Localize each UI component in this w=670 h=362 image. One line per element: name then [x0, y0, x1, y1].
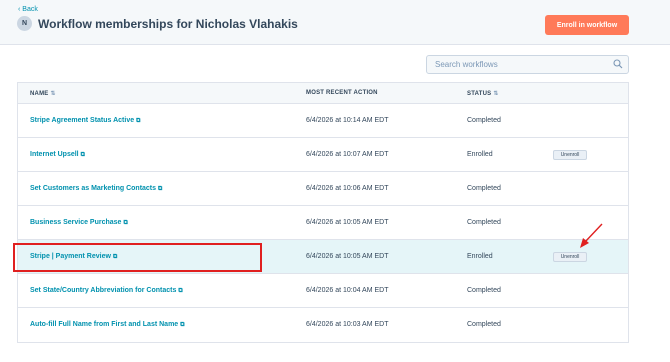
external-link-icon: ⧉ — [158, 186, 163, 192]
external-link-icon: ⧉ — [80, 152, 85, 158]
column-header-name[interactable]: NAME ⇅ — [30, 90, 56, 97]
status-text: Enrolled — [467, 151, 493, 158]
workflow-name[interactable]: Auto-fill Full Name from First and Last … — [30, 321, 178, 328]
annotation-arrow-icon — [580, 223, 603, 248]
most-recent-action: 6/4/2026 at 10:14 AM EDT — [306, 117, 389, 124]
external-link-icon: ⧉ — [136, 118, 141, 124]
column-header-label: STATUS — [467, 91, 492, 97]
table-header: NAME ⇅ MOST RECENT ACTION STATUS ⇅ — [18, 83, 628, 104]
workflow-name[interactable]: Set Customers as Marketing Contacts — [30, 185, 156, 192]
workflow-name[interactable]: Set State/Country Abbreviation for Conta… — [30, 287, 176, 294]
status-text: Completed — [467, 219, 501, 226]
external-link-icon: ⧉ — [178, 288, 183, 294]
most-recent-action: 6/4/2026 at 10:03 AM EDT — [306, 321, 389, 328]
unenroll-button[interactable]: Unenroll — [553, 150, 587, 160]
most-recent-action: 6/4/2026 at 10:05 AM EDT — [306, 253, 389, 260]
column-header-status[interactable]: STATUS ⇅ — [467, 90, 499, 97]
external-link-icon: ⧉ — [180, 322, 185, 328]
back-link[interactable]: ‹ Back — [18, 6, 38, 13]
column-header-label: MOST RECENT ACTION — [306, 90, 378, 96]
sort-icon[interactable]: ⇅ — [493, 91, 498, 97]
table-row: Set State/Country Abbreviation for Conta… — [18, 274, 628, 308]
most-recent-action: 6/4/2026 at 10:07 AM EDT — [306, 151, 389, 158]
external-link-icon: ⧉ — [123, 220, 128, 226]
table-row: Internet Upsell ⧉ 6/4/2026 at 10:07 AM ED… — [18, 138, 628, 172]
most-recent-action: 6/4/2026 at 10:05 AM EDT — [306, 219, 389, 226]
workflow-name-link[interactable]: Internet Upsell ⧉ — [30, 151, 85, 159]
workflow-name[interactable]: Stripe Agreement Status Active — [30, 117, 134, 124]
annotation-highlight-box — [13, 243, 262, 272]
column-header-label: NAME — [30, 91, 49, 97]
sort-icon[interactable]: ⇅ — [50, 91, 55, 97]
status-text: Completed — [467, 117, 501, 124]
status-text: Completed — [467, 321, 501, 328]
workflow-name[interactable]: Internet Upsell — [30, 151, 79, 158]
search-input[interactable] — [427, 56, 612, 73]
table-row: Stripe Agreement Status Active ⧉ 6/4/2026… — [18, 104, 628, 138]
search-box — [426, 55, 629, 74]
workflow-name-link[interactable]: Business Service Purchase ⧉ — [30, 219, 128, 227]
table-row: Set Customers as Marketing Contacts ⧉ 6/4… — [18, 172, 628, 206]
workflow-name-link[interactable]: Set Customers as Marketing Contacts ⧉ — [30, 185, 162, 193]
column-header-most-recent-action: MOST RECENT ACTION — [306, 90, 378, 96]
table-row: Auto-fill Full Name from First and Last … — [18, 308, 628, 342]
workflow-name-link[interactable]: Stripe Agreement Status Active ⧉ — [30, 117, 140, 125]
search-icon[interactable] — [613, 59, 623, 69]
enroll-in-workflow-button[interactable]: Enroll in workflow — [545, 15, 629, 35]
workflow-name-link[interactable]: Set State/Country Abbreviation for Conta… — [30, 287, 183, 295]
page-header: ‹ Back N Workflow memberships for Nichol… — [0, 0, 670, 45]
most-recent-action: 6/4/2026 at 10:06 AM EDT — [306, 185, 389, 192]
status-text: Completed — [467, 287, 501, 294]
page-title: Workflow memberships for Nicholas Vlahak… — [38, 17, 298, 31]
status-text: Completed — [467, 185, 501, 192]
workflow-table: NAME ⇅ MOST RECENT ACTION STATUS ⇅ Stripe … — [17, 82, 629, 343]
workflow-name-link[interactable]: Auto-fill Full Name from First and Last … — [30, 321, 184, 329]
status-text: Enrolled — [467, 253, 493, 260]
table-row: Business Service Purchase ⧉ 6/4/2026 at 1… — [18, 206, 628, 240]
most-recent-action: 6/4/2026 at 10:04 AM EDT — [306, 287, 389, 294]
workflow-name[interactable]: Business Service Purchase — [30, 219, 121, 226]
avatar: N — [17, 16, 32, 31]
